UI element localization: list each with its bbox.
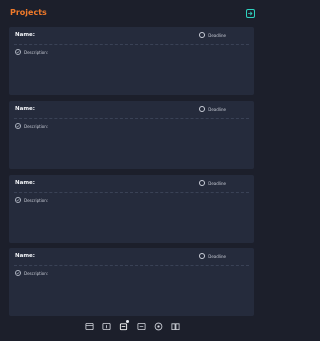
name-label: Name: <box>15 106 35 112</box>
book-button[interactable] <box>171 322 180 331</box>
name-label: Name: <box>15 253 35 259</box>
deadline-button[interactable]: Deadline <box>199 253 226 259</box>
description-label: Description: <box>24 270 49 276</box>
add-circle-icon <box>154 322 163 331</box>
exit-icon <box>247 11 253 16</box>
description-field[interactable]: Description: <box>15 123 48 129</box>
description-label: Description: <box>24 49 49 55</box>
header: Projects <box>0 0 264 26</box>
calendar-grid-button[interactable] <box>85 322 94 331</box>
deadline-label: Deadline <box>208 253 226 259</box>
check-circle-icon <box>15 49 21 55</box>
deadline-label: Deadline <box>208 106 226 112</box>
deadline-button[interactable]: Deadline <box>199 106 226 112</box>
deadline-button[interactable]: Deadline <box>199 180 226 186</box>
day-calendar-icon <box>102 322 111 331</box>
check-circle-icon <box>15 197 21 203</box>
name-label: Name: <box>15 32 35 38</box>
divider <box>14 265 249 266</box>
calendar-icon <box>199 106 206 112</box>
description-label: Description: <box>24 197 49 203</box>
page-title: Projects <box>10 8 47 17</box>
divider <box>14 118 249 119</box>
deadline-label: Deadline <box>208 32 226 38</box>
divider <box>14 44 249 45</box>
project-card[interactable]: Name: Deadline Description: <box>9 175 254 243</box>
check-circle-icon <box>15 123 21 129</box>
deadline-button[interactable]: Deadline <box>199 32 226 38</box>
day-calendar-button[interactable] <box>102 322 111 331</box>
exit-button[interactable] <box>246 9 255 18</box>
book-icon <box>171 323 180 331</box>
project-card[interactable]: Name: Deadline Description: <box>9 101 254 169</box>
calendar-icon <box>199 180 206 186</box>
calendar-grid-icon <box>85 322 94 331</box>
project-card[interactable]: Name: Deadline Description: <box>9 248 254 316</box>
inbox-icon <box>137 322 146 331</box>
inbox-button[interactable] <box>137 322 146 331</box>
description-field[interactable]: Description: <box>15 197 48 203</box>
description-field[interactable]: Description: <box>15 270 48 276</box>
project-card[interactable]: Name: Deadline Description: <box>9 27 254 95</box>
name-label: Name: <box>15 180 35 186</box>
deadline-label: Deadline <box>208 180 226 186</box>
divider <box>14 192 249 193</box>
tasks-button[interactable] <box>119 320 129 331</box>
calendar-icon <box>199 253 206 259</box>
tasks-icon <box>119 323 128 331</box>
description-label: Description: <box>24 123 49 129</box>
add-button[interactable] <box>154 322 163 331</box>
description-field[interactable]: Description: <box>15 49 48 55</box>
calendar-icon <box>199 32 206 38</box>
active-indicator <box>126 320 129 323</box>
check-circle-icon <box>15 270 21 276</box>
bottom-nav <box>0 320 264 336</box>
